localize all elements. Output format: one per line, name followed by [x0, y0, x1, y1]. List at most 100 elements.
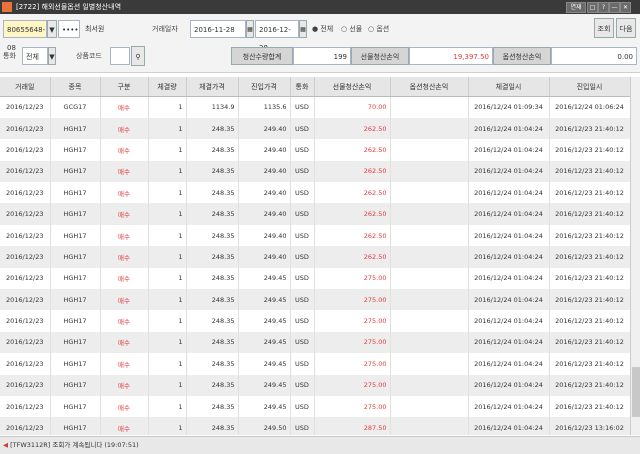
link-button[interactable]: 연재	[566, 2, 586, 13]
table-row[interactable]: 2016/12/23 HGH17 매수 1 248.35 249.40 USD 262.50 2…	[0, 117, 630, 140]
settlement-table[interactable]: 거래일 종목 구분 체결량 체결가격 진입가격 통화 선물청산손익 옵션청산손익…	[0, 77, 630, 435]
radio-options[interactable]: ○ 옵션	[368, 20, 389, 38]
column-header[interactable]: 선물청산손익	[314, 77, 391, 97]
table-cell: 매수	[100, 160, 149, 183]
table-cell	[390, 353, 469, 375]
currency-select[interactable]: 전체	[22, 47, 48, 65]
radio-all[interactable]: ● 전체	[312, 20, 333, 38]
table-cell: 249.40	[238, 246, 291, 268]
table-cell: 249.45	[238, 267, 291, 290]
table-cell: 275.00	[314, 267, 391, 290]
status-bar: ◀ [TFW3112R] 조회가 계속됩니다 (19:07:51)	[0, 436, 640, 454]
table-cell: 1	[148, 224, 187, 247]
table-row[interactable]: 2016/12/23 HGH17 매수 1 248.35 249.40 USD 262.50 2…	[0, 182, 630, 204]
table-cell: 275.00	[314, 374, 391, 396]
table-cell	[390, 139, 469, 161]
search-icon[interactable]: ⚲	[131, 46, 145, 66]
table-row[interactable]: 2016/12/23 HGH17 매수 1 248.35 249.45 USD 275.00 2…	[0, 331, 630, 354]
table-cell: 2016/12/23 21:40:12	[549, 395, 630, 418]
column-header[interactable]: 체결가격	[186, 77, 239, 97]
radio-futures[interactable]: ○ 선물	[341, 20, 362, 38]
table-cell: 248.35	[186, 267, 239, 290]
currency-dropdown-icon[interactable]: ▼	[48, 47, 56, 65]
table-cell: 275.00	[314, 310, 391, 332]
table-cell	[390, 395, 469, 418]
pin-icon[interactable]: □	[587, 2, 598, 13]
fut-pl-value: 19,397.50	[409, 47, 493, 65]
table-cell: 2016/12/24 01:04:24	[468, 289, 550, 311]
table-cell: 2016/12/23 13:16:02	[549, 417, 630, 435]
account-dropdown-icon[interactable]: ▼	[47, 20, 57, 38]
table-cell: 262.50	[314, 246, 391, 268]
table-row[interactable]: 2016/12/23 HGH17 매수 1 248.35 249.45 USD 275.00 2…	[0, 310, 630, 332]
table-cell: 249.45	[238, 353, 291, 375]
table-cell: 2016/12/24 01:09:34	[468, 96, 550, 118]
table-row[interactable]: 2016/12/23 HGH17 매수 1 248.35 249.40 USD 262.50 2…	[0, 224, 630, 247]
query-button[interactable]: 조회	[594, 18, 614, 38]
help-icon[interactable]: ?	[598, 2, 609, 13]
table-row[interactable]: 2016/12/23 HGH17 매수 1 248.35 249.45 USD 275.00 2…	[0, 289, 630, 311]
column-header[interactable]: 종목	[50, 77, 101, 97]
table-cell: 275.00	[314, 331, 391, 354]
next-button[interactable]: 다음	[616, 18, 636, 38]
table-cell: 2016/12/23	[0, 203, 51, 225]
window-title: [2722] 해외선물옵션 일별청산내역	[16, 3, 122, 11]
table-cell: 248.35	[186, 117, 239, 140]
table-cell: HGH17	[50, 246, 101, 268]
column-header[interactable]: 옵션청산손익	[390, 77, 469, 97]
filter-panel: 80655648-08 ▼ •••• 최서원 거래일자 2016-11-28 ▦…	[0, 14, 640, 73]
table-row[interactable]: 2016/12/23 HGH17 매수 1 248.35 249.45 USD 275.00 2…	[0, 395, 630, 418]
table-cell: USD	[290, 289, 315, 311]
table-cell: 248.35	[186, 331, 239, 354]
table-cell: 2016/12/23 21:40:12	[549, 203, 630, 225]
table-row[interactable]: 2016/12/23 HGH17 매수 1 248.35 249.45 USD 275.00 2…	[0, 267, 630, 290]
table-cell: 1134.9	[186, 96, 239, 118]
table-cell: 1	[148, 310, 187, 332]
table-cell: 매수	[100, 224, 149, 247]
table-row[interactable]: 2016/12/23 HGH17 매수 1 248.35 249.40 USD 262.50 2…	[0, 160, 630, 183]
password-field[interactable]: ••••	[58, 20, 80, 38]
table-cell: 2016/12/24 01:04:24	[468, 374, 550, 396]
table-cell: 2016/12/24 01:04:24	[468, 160, 550, 183]
table-cell: 262.50	[314, 203, 391, 225]
table-cell: 248.35	[186, 310, 239, 332]
column-header[interactable]: 체결일시	[468, 77, 550, 97]
table-row[interactable]: 2016/12/23 HGH17 매수 1 248.35 249.40 USD 262.50 2…	[0, 246, 630, 268]
close-icon[interactable]: ✕	[620, 2, 631, 13]
table-cell: 249.45	[238, 289, 291, 311]
table-row[interactable]: 2016/12/23 HGH17 매수 1 248.35 249.40 USD 262.50 2…	[0, 203, 630, 225]
date-to-input[interactable]: 2016-12-28	[255, 20, 299, 52]
column-header[interactable]: 통화	[290, 77, 315, 97]
scrollbar-thumb[interactable]	[632, 367, 640, 417]
table-cell: 매수	[100, 374, 149, 396]
account-field[interactable]: 80655648-08	[3, 20, 47, 52]
table-cell	[390, 331, 469, 354]
table-row[interactable]: 2016/12/23 GCG17 매수 1 1134.9 1135.6 USD 70.00 20…	[0, 96, 630, 118]
table-cell: 248.35	[186, 160, 239, 183]
table-row[interactable]: 2016/12/23 HGH17 매수 1 248.35 249.45 USD 275.00 2…	[0, 353, 630, 375]
column-header[interactable]: 진입일시	[549, 77, 630, 97]
date-from-input[interactable]: 2016-11-28	[190, 20, 246, 38]
calendar-icon[interactable]: ▦	[299, 20, 307, 38]
column-header[interactable]: 진입가격	[238, 77, 291, 97]
fut-pl-label: 선물청산손익	[351, 47, 409, 65]
table-cell: 249.45	[238, 374, 291, 396]
column-header[interactable]: 구분	[100, 77, 149, 97]
minimize-icon[interactable]: —	[609, 2, 620, 13]
table-row[interactable]: 2016/12/23 HGH17 매수 1 248.35 249.50 USD 287.50 2…	[0, 417, 630, 435]
table-row[interactable]: 2016/12/23 HGH17 매수 1 248.35 249.40 USD 262.50 2…	[0, 139, 630, 161]
product-code-input[interactable]	[110, 47, 130, 65]
column-header[interactable]: 체결량	[148, 77, 187, 97]
table-cell: USD	[290, 417, 315, 435]
table-cell	[390, 224, 469, 247]
column-header[interactable]: 거래일	[0, 77, 51, 97]
table-cell: USD	[290, 96, 315, 118]
calendar-icon[interactable]: ▦	[246, 20, 254, 38]
vertical-scrollbar[interactable]	[630, 77, 640, 435]
table-cell: USD	[290, 224, 315, 247]
table-cell: 262.50	[314, 224, 391, 247]
table-row[interactable]: 2016/12/23 HGH17 매수 1 248.35 249.45 USD 275.00 2…	[0, 374, 630, 396]
table-cell: 1	[148, 289, 187, 311]
table-cell: 262.50	[314, 160, 391, 183]
product-code-label: 상품코드	[76, 52, 102, 60]
